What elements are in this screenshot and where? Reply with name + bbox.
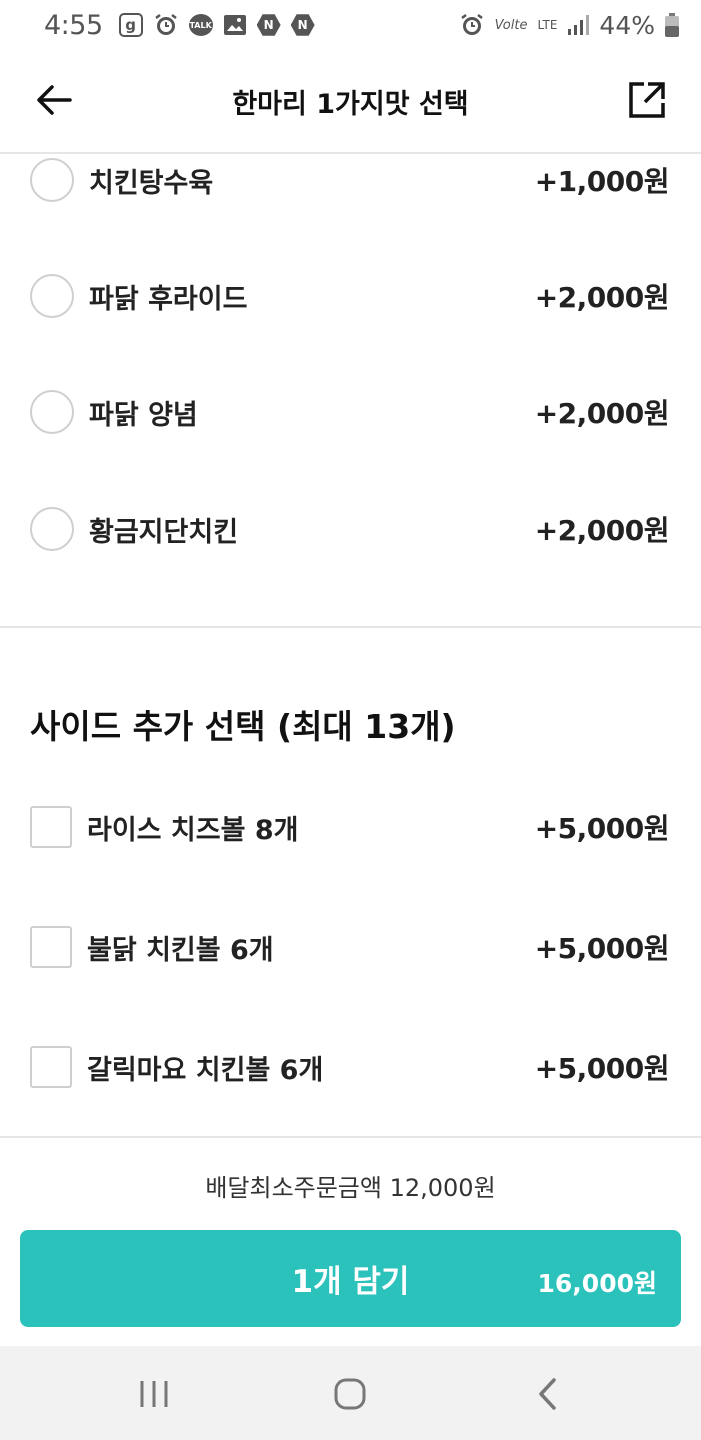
status-time: 4:55 bbox=[44, 9, 103, 41]
talk-icon: TALK bbox=[188, 14, 213, 36]
radio-button[interactable] bbox=[30, 158, 74, 202]
recent-apps-button[interactable] bbox=[129, 1374, 179, 1414]
lte-label: LTE bbox=[537, 18, 558, 32]
option-price: +2,000원 bbox=[534, 281, 670, 314]
share-button[interactable] bbox=[627, 80, 667, 120]
section-divider bbox=[0, 626, 701, 628]
option-label: 파닭 후라이드 bbox=[89, 283, 248, 315]
radio-option[interactable]: 치킨탕수육 +1,000원 bbox=[0, 140, 701, 220]
alarm-icon bbox=[153, 12, 179, 38]
min-order-amount: 배달최소주문금액 12,000원 bbox=[205, 1174, 496, 1202]
checkbox[interactable] bbox=[30, 1046, 72, 1088]
arrow-left-icon bbox=[37, 85, 72, 115]
option-price: +2,000원 bbox=[534, 397, 670, 430]
option-price: +2,000원 bbox=[534, 514, 670, 547]
alarm-icon-right bbox=[459, 12, 485, 38]
back-icon bbox=[539, 1378, 556, 1410]
nav-back-button[interactable] bbox=[522, 1374, 572, 1414]
page-title: 한마리 1가지맛 선택 bbox=[232, 88, 469, 120]
radio-option[interactable]: 황금지단치킨 +2,000원 bbox=[0, 489, 701, 569]
status-bar: 4:55 g TALK N N Volte LTE 44% bbox=[0, 0, 701, 50]
radio-button[interactable] bbox=[30, 390, 74, 434]
battery-icon bbox=[665, 13, 679, 37]
checkbox[interactable] bbox=[30, 926, 72, 968]
option-label: 갈릭마요 치킨볼 6개 bbox=[87, 1054, 324, 1086]
screen: 4:55 g TALK N N Volte LTE 44% 한마리 1가지맛 선… bbox=[0, 0, 701, 1440]
radio-button[interactable] bbox=[30, 274, 74, 318]
option-price: +1,000원 bbox=[534, 165, 670, 198]
header: 한마리 1가지맛 선택 bbox=[0, 50, 701, 152]
option-label: 파닭 양념 bbox=[89, 399, 198, 431]
section-title: 사이드 추가 선택 (최대 13개) bbox=[30, 707, 456, 746]
checkbox-option[interactable]: 라이스 치즈볼 8개 +5,000원 bbox=[0, 787, 701, 867]
option-price: +5,000원 bbox=[534, 932, 670, 965]
radio-button[interactable] bbox=[30, 507, 74, 551]
option-label: 불닭 치킨볼 6개 bbox=[87, 934, 274, 966]
back-button[interactable] bbox=[34, 80, 74, 120]
recent-apps-icon bbox=[140, 1381, 168, 1407]
radio-option[interactable]: 파닭 후라이드 +2,000원 bbox=[0, 256, 701, 336]
n-icon: N bbox=[256, 14, 281, 36]
share-icon bbox=[629, 82, 665, 118]
checkbox[interactable] bbox=[30, 806, 72, 848]
checkbox-option[interactable]: 갈릭마요 치킨볼 6개 +5,000원 bbox=[0, 1027, 701, 1107]
cart-button-label: 1개 담기 bbox=[291, 1264, 410, 1300]
gallery-icon bbox=[223, 14, 247, 36]
cart-total-price: 16,000원 bbox=[537, 1269, 657, 1298]
radio-option[interactable]: 파닭 양념 +2,000원 bbox=[0, 372, 701, 452]
volte-label: Volte bbox=[494, 17, 528, 33]
add-to-cart-button[interactable]: 1개 담기 16,000원 bbox=[20, 1230, 681, 1327]
status-right: Volte LTE 44% bbox=[459, 11, 679, 40]
system-nav-bar bbox=[0, 1346, 701, 1440]
home-button[interactable] bbox=[325, 1374, 375, 1414]
signal-icon bbox=[567, 14, 590, 36]
option-price: +5,000원 bbox=[534, 812, 670, 845]
option-label: 치킨탕수육 bbox=[89, 167, 214, 199]
option-label: 황금지단치킨 bbox=[89, 516, 239, 548]
home-icon bbox=[334, 1378, 366, 1410]
n-icon-2: N bbox=[290, 14, 315, 36]
option-label: 라이스 치즈볼 8개 bbox=[87, 814, 299, 846]
checkbox-option[interactable]: 불닭 치킨볼 6개 +5,000원 bbox=[0, 907, 701, 987]
option-price: +5,000원 bbox=[534, 1052, 670, 1085]
g-app-icon: g bbox=[118, 13, 143, 37]
footer-divider bbox=[0, 1136, 701, 1138]
battery-percent: 44% bbox=[599, 10, 655, 40]
status-left: 4:55 g TALK N N bbox=[44, 10, 315, 41]
